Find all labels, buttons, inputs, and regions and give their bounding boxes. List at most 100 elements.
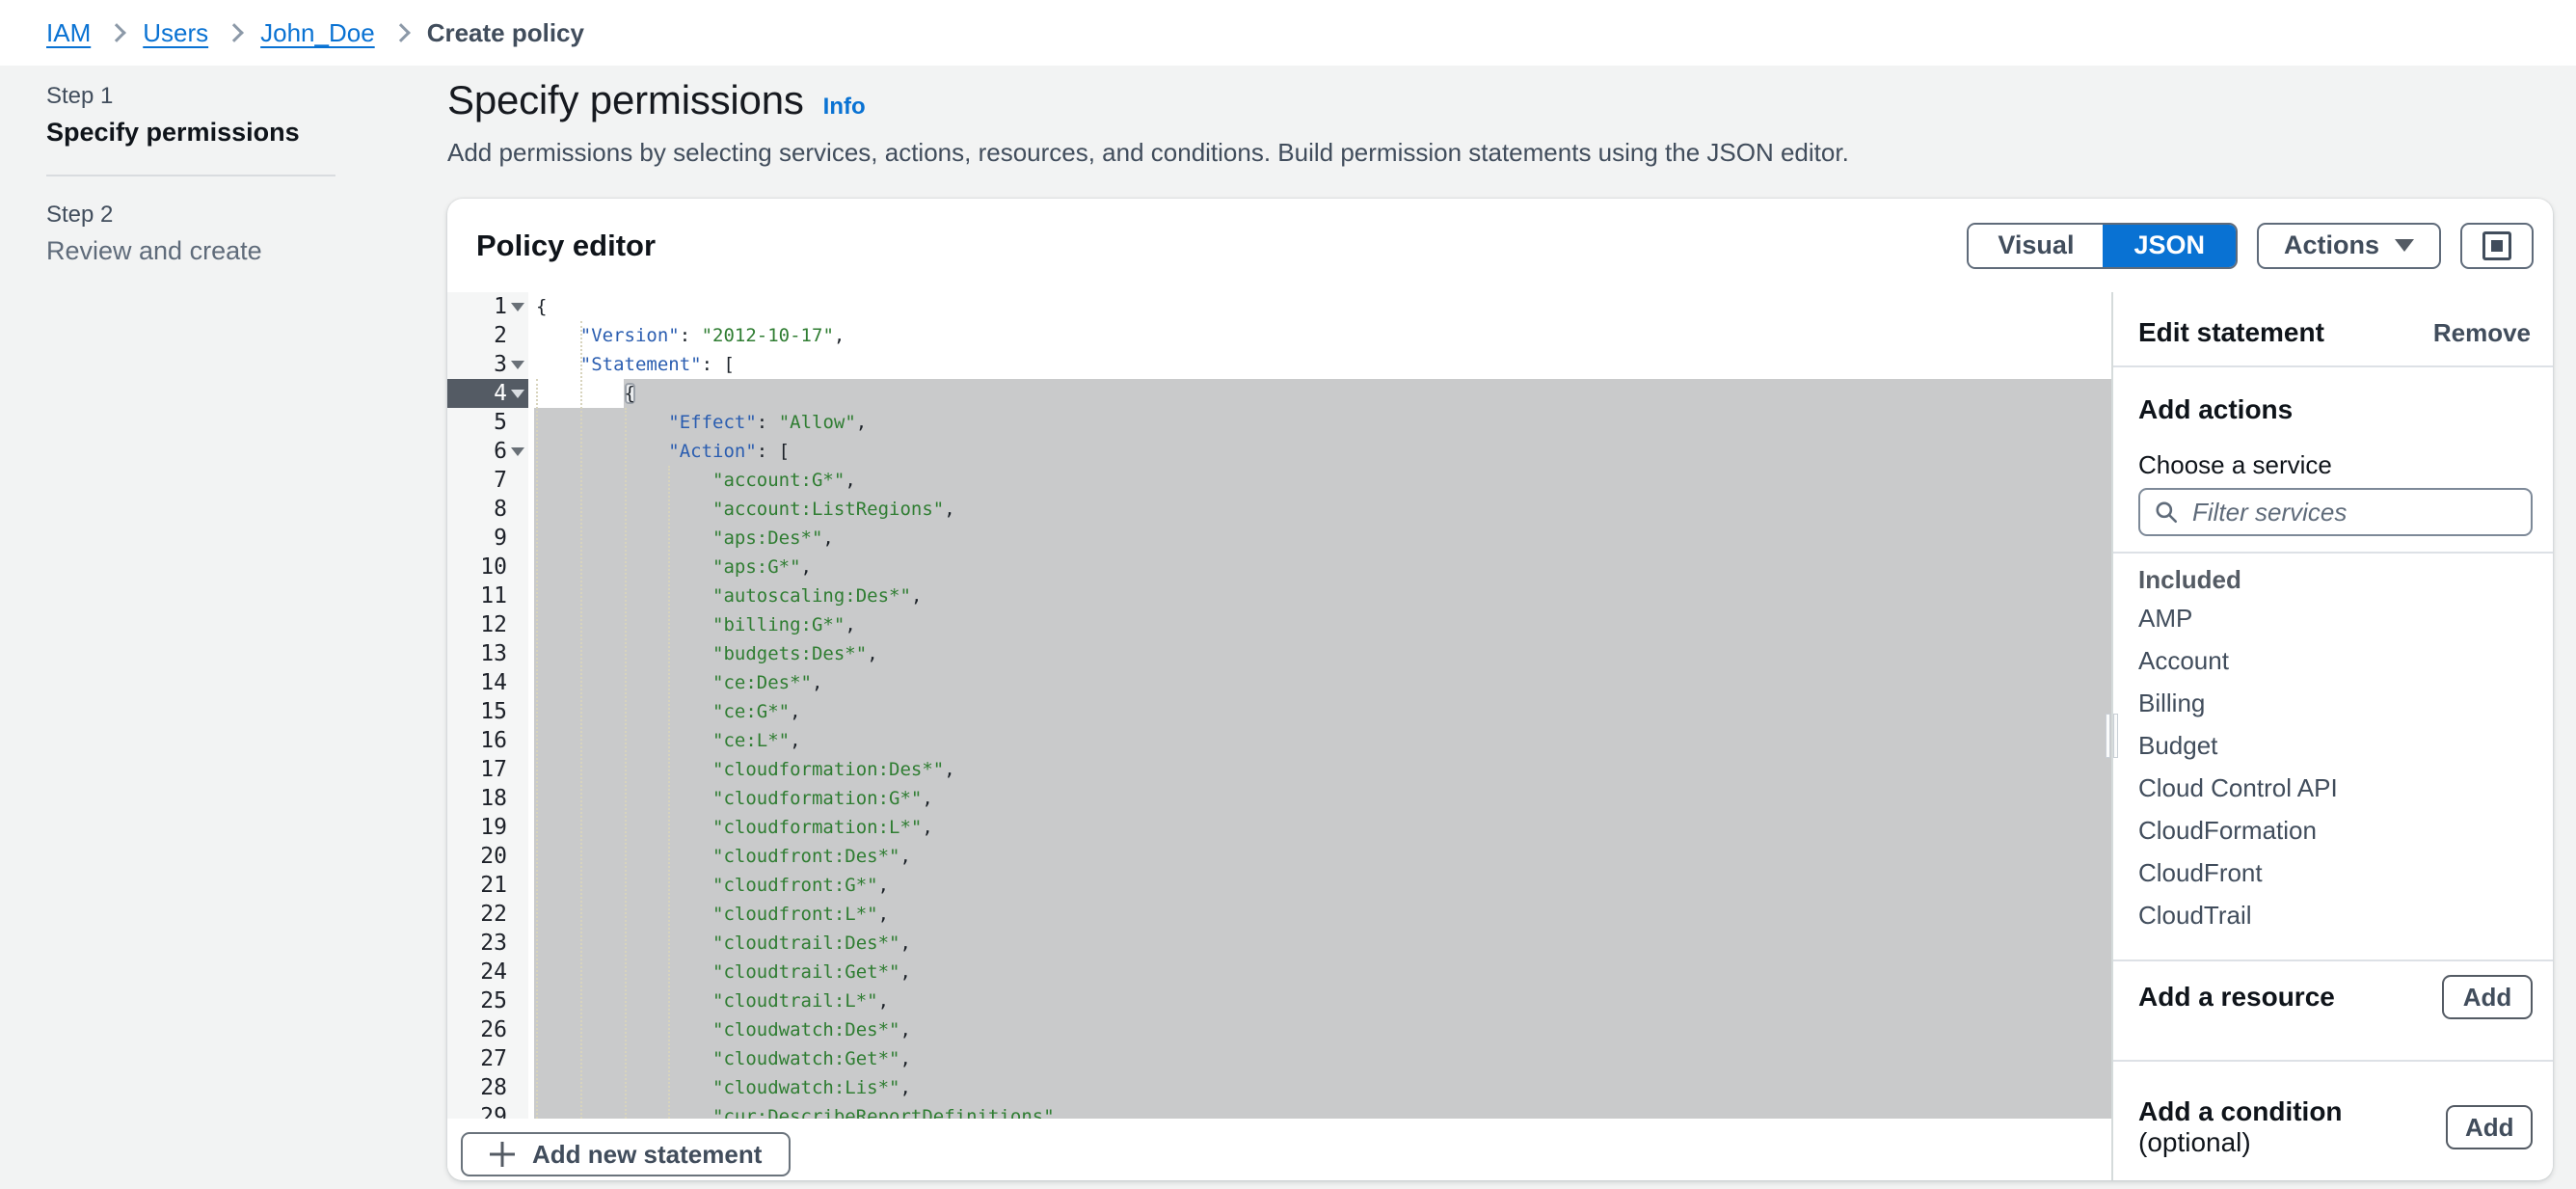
step2-label: Step 2 [46, 202, 335, 229]
code-line[interactable]: 7 "account:G*", [447, 466, 2111, 495]
included-service-account: Account [2138, 639, 2533, 682]
code-line[interactable]: 26 "cloudwatch:Des*", [447, 1015, 2111, 1044]
filter-services-input[interactable] [2190, 497, 2517, 528]
line-number[interactable]: 20 [447, 842, 528, 871]
code-line[interactable]: 15 "ce:G*", [447, 697, 2111, 726]
line-number[interactable]: 11 [447, 581, 528, 610]
code-line[interactable]: 24 "cloudtrail:Get*", [447, 958, 2111, 986]
code-line[interactable]: 17 "cloudformation:Des*", [447, 755, 2111, 784]
line-number[interactable]: 5 [447, 408, 528, 437]
breadcrumb-item-john-doe[interactable]: John_Doe [260, 18, 375, 48]
code-line[interactable]: 27 "cloudwatch:Get*", [447, 1044, 2111, 1073]
line-number[interactable]: 21 [447, 871, 528, 900]
line-number[interactable]: 1 [447, 292, 528, 321]
page-header: Specify permissions Info [447, 77, 866, 123]
remove-statement-button[interactable]: Remove [2433, 318, 2531, 348]
line-number[interactable]: 13 [447, 639, 528, 668]
line-number[interactable]: 12 [447, 610, 528, 639]
fold-arrow-icon[interactable] [511, 361, 524, 369]
code-line[interactable]: 5 "Effect": "Allow", [447, 408, 2111, 437]
breadcrumb-item-iam[interactable]: IAM [46, 18, 91, 48]
add-condition-row: Add a condition (optional) Add [2113, 1096, 2553, 1158]
panel-divider-line [2113, 365, 2553, 367]
code-line[interactable]: 2 "Version": "2012-10-17", [447, 321, 2111, 350]
optional-label: (optional) [2138, 1127, 2251, 1157]
code-line[interactable]: 23 "cloudtrail:Des*", [447, 929, 2111, 958]
actions-dropdown-button[interactable]: Actions [2257, 223, 2441, 269]
visual-toggle-button[interactable]: Visual [1969, 225, 2103, 267]
chevron-right-icon [225, 23, 244, 42]
fold-arrow-icon[interactable] [511, 447, 524, 456]
code-line[interactable]: 18 "cloudformation:G*", [447, 784, 2111, 813]
breadcrumb-bar: IAM Users John_Doe Create policy [0, 0, 2576, 66]
breadcrumb-item-create-policy: Create policy [427, 18, 584, 48]
add-condition-button[interactable]: Add [2446, 1105, 2533, 1149]
add-resource-button[interactable]: Add [2442, 975, 2533, 1019]
preferences-button[interactable] [2460, 223, 2534, 269]
code-line[interactable]: 9 "aps:Des*", [447, 524, 2111, 553]
line-number[interactable]: 26 [447, 1015, 528, 1044]
code-line[interactable]: 28 "cloudwatch:Lis*", [447, 1073, 2111, 1102]
code-line[interactable]: 25 "cloudtrail:L*", [447, 986, 2111, 1015]
line-number[interactable]: 14 [447, 668, 528, 697]
code-line[interactable]: 20 "cloudfront:Des*", [447, 842, 2111, 871]
fold-arrow-icon[interactable] [511, 390, 524, 398]
line-number[interactable]: 28 [447, 1073, 528, 1102]
code-line[interactable]: 19 "cloudformation:L*", [447, 813, 2111, 842]
code-line[interactable]: 6 "Action": [ [447, 437, 2111, 466]
info-link[interactable]: Info [823, 94, 866, 121]
code-line[interactable]: 4 { [447, 379, 2111, 408]
json-editor-column: 1{2 "Version": "2012-10-17",3 "Statement… [447, 292, 2111, 1180]
line-number[interactable]: 18 [447, 784, 528, 813]
json-code-editor[interactable]: 1{2 "Version": "2012-10-17",3 "Statement… [447, 292, 2111, 1119]
code-line[interactable]: 22 "cloudfront:L*", [447, 900, 2111, 929]
line-number[interactable]: 17 [447, 755, 528, 784]
line-number[interactable]: 4 [447, 379, 528, 408]
line-number[interactable]: 10 [447, 553, 528, 581]
included-services-list: AMPAccountBillingBudgetCloud Control API… [2113, 597, 2553, 936]
fold-arrow-icon[interactable] [511, 303, 524, 311]
code-line[interactable]: 12 "billing:G*", [447, 610, 2111, 639]
panel-resize-handle[interactable] [2104, 715, 2119, 757]
line-number[interactable]: 9 [447, 524, 528, 553]
included-service-cloudformation: CloudFormation [2138, 809, 2533, 851]
code-line[interactable]: 10 "aps:G*", [447, 553, 2111, 581]
code-line[interactable]: 16 "ce:L*", [447, 726, 2111, 755]
code-line[interactable]: 3 "Statement": [ [447, 350, 2111, 379]
add-new-statement-button[interactable]: Add new statement [461, 1132, 791, 1176]
line-number[interactable]: 23 [447, 929, 528, 958]
line-number[interactable]: 6 [447, 437, 528, 466]
line-number[interactable]: 3 [447, 350, 528, 379]
step1-title[interactable]: Specify permissions [46, 118, 335, 148]
line-number[interactable]: 29 [447, 1102, 528, 1119]
step1-label: Step 1 [46, 83, 335, 110]
code-line[interactable]: 8 "account:ListRegions", [447, 495, 2111, 524]
included-service-amp: AMP [2138, 597, 2533, 639]
line-number[interactable]: 25 [447, 986, 528, 1015]
line-number[interactable]: 7 [447, 466, 528, 495]
line-number[interactable]: 8 [447, 495, 528, 524]
line-number[interactable]: 19 [447, 813, 528, 842]
editor-controls: Visual JSON Actions [1967, 223, 2534, 269]
included-service-cloudtrail: CloudTrail [2138, 894, 2533, 936]
line-number[interactable]: 27 [447, 1044, 528, 1073]
editor-mode-toggle: Visual JSON [1967, 223, 2238, 269]
steps-divider [46, 175, 335, 176]
breadcrumb-item-users[interactable]: Users [143, 18, 208, 48]
line-number[interactable]: 22 [447, 900, 528, 929]
code-line[interactable]: 29 "cur:DescribeReportDefinitions" [447, 1102, 2111, 1119]
code-line[interactable]: 13 "budgets:Des*", [447, 639, 2111, 668]
line-number[interactable]: 16 [447, 726, 528, 755]
code-line[interactable]: 21 "cloudfront:G*", [447, 871, 2111, 900]
code-line[interactable]: 1{ [447, 292, 2111, 321]
step2-title[interactable]: Review and create [46, 236, 335, 266]
code-line[interactable]: 14 "ce:Des*", [447, 668, 2111, 697]
panel-divider-line [2113, 552, 2553, 554]
json-toggle-button[interactable]: JSON [2103, 225, 2236, 267]
plus-icon [490, 1142, 515, 1167]
line-number[interactable]: 15 [447, 697, 528, 726]
line-number[interactable]: 2 [447, 321, 528, 350]
code-line[interactable]: 11 "autoscaling:Des*", [447, 581, 2111, 610]
included-service-cloud-control-api: Cloud Control API [2138, 767, 2533, 809]
line-number[interactable]: 24 [447, 958, 528, 986]
